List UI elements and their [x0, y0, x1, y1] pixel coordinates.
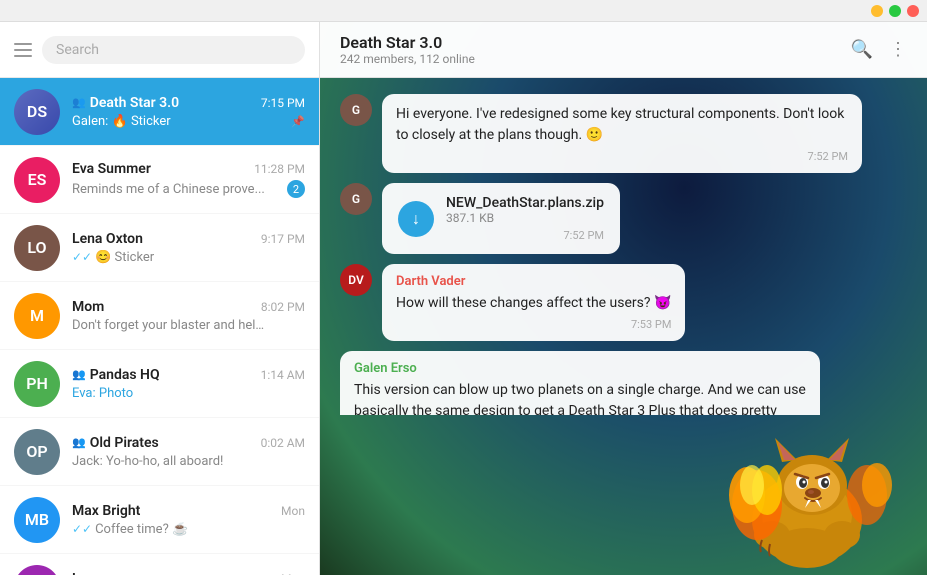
chat-header-actions: 🔍 ⋮ — [851, 39, 907, 60]
chat-preview-mom: Don't forget your blaster and helmet — [72, 318, 272, 333]
search-placeholder: Search — [56, 42, 99, 58]
search-chat-button[interactable]: 🔍 — [851, 39, 873, 60]
chat-name-eva-summer: Eva Summer — [72, 161, 151, 177]
chat-name-max-bright: Max Bright — [72, 503, 140, 519]
chat-preview-lena-oxton: ✓✓ 😊 Sticker — [72, 250, 154, 265]
chat-preview-death-star: Galen: 🔥 Sticker — [72, 114, 171, 129]
group-icon: 👥 — [72, 436, 86, 449]
message-msg3: DV Darth Vader How will these changes affe… — [340, 264, 907, 341]
chat-time-lena-oxton: 9:17 PM — [261, 232, 305, 246]
chat-item-death-star[interactable]: DS 👥 Death Star 3.0 7:15 PM Galen: 🔥 Sticke… — [0, 78, 319, 146]
message-bubble-msg3: Darth Vader How will these changes affect… — [382, 264, 685, 341]
chat-preview-old-pirates: Jack: Yo-ho-ho, all aboard! — [72, 454, 223, 469]
chat-name-lena-oxton: Lena Oxton — [72, 231, 143, 247]
chat-content-max-bright: Max Bright Mon ✓✓ Coffee time? ☕ — [72, 503, 305, 537]
message-msg4: Galen Erso This version can blow up two p… — [340, 351, 907, 415]
messages-area: G Hi everyone. I've redesigned some key s… — [320, 78, 927, 415]
read-receipt-icon: ✓✓ — [72, 522, 95, 536]
avatar-lena-oxton: LO — [14, 225, 60, 271]
chat-title: Death Star 3.0 — [340, 33, 851, 52]
pin-icon: 📌 — [291, 115, 305, 128]
chat-name-old-pirates: 👥 Old Pirates — [72, 435, 159, 451]
chat-name-lee: Lee — [72, 571, 95, 575]
sticker — [707, 420, 907, 570]
chat-time-pandas-hq: 1:14 AM — [261, 368, 305, 382]
minimize-button[interactable]: − — [871, 5, 883, 17]
sidebar-header: Search — [0, 22, 319, 78]
sidebar: Search DS 👥 Death Star 3.0 7:15 PM Galen: 🔥… — [0, 22, 320, 575]
chat-item-old-pirates[interactable]: OP 👥 Old Pirates 0:02 AM Jack: Yo-ho-ho, al… — [0, 418, 319, 486]
group-icon: 👥 — [72, 96, 86, 109]
maximize-button[interactable]: □ — [889, 5, 901, 17]
chat-item-mom[interactable]: M Mom 8:02 PM Don't forget your blaster an… — [0, 282, 319, 350]
file-info-msg2: NEW_DeathStar.plans.zip387.1 KB 7:52 PM — [446, 195, 604, 242]
chat-time-mom: 8:02 PM — [261, 300, 305, 314]
more-options-button[interactable]: ⋮ — [889, 39, 907, 60]
file-bubble-msg2[interactable]: ↓ NEW_DeathStar.plans.zip387.1 KB 7:52 PM — [382, 183, 620, 254]
message-sender-msg4: Galen Erso — [354, 361, 806, 376]
file-name-msg2: NEW_DeathStar.plans.zip — [446, 195, 604, 211]
chat-time-lee: Mon — [281, 572, 305, 575]
chat-name-death-star: 👥 Death Star 3.0 — [72, 95, 179, 111]
sticker-area — [320, 415, 927, 575]
close-button[interactable]: × — [907, 5, 919, 17]
chat-time-death-star: 7:15 PM — [261, 96, 305, 110]
avatar-pandas-hq: PH — [14, 361, 60, 407]
message-bubble-msg4: Galen Erso This version can blow up two p… — [340, 351, 820, 415]
avatar-old-pirates: OP — [14, 429, 60, 475]
chat-preview-pandas-hq: Eva: Photo — [72, 386, 133, 401]
menu-button[interactable] — [14, 43, 32, 57]
message-sender-msg3: Darth Vader — [396, 274, 671, 289]
message-msg1: G Hi everyone. I've redesigned some key s… — [340, 94, 907, 173]
avatar-death-star: DS — [14, 89, 60, 135]
title-bar: − □ × — [0, 0, 927, 22]
avatar-lee: L — [14, 565, 60, 575]
chat-item-pandas-hq[interactable]: PH 👥 Pandas HQ 1:14 AM Eva: Photo — [0, 350, 319, 418]
avatar-eva-summer: ES — [14, 157, 60, 203]
chat-preview-eva-summer: Reminds me of a Chinese prove... — [72, 182, 265, 197]
msg-avatar-msg1: G — [340, 94, 372, 126]
search-input[interactable]: Search — [42, 36, 305, 64]
chat-header-info: Death Star 3.0 242 members, 112 online — [340, 33, 851, 66]
chat-name-mom: Mom — [72, 299, 104, 315]
chat-time-eva-summer: 11:28 PM — [254, 162, 305, 176]
chat-list: DS 👥 Death Star 3.0 7:15 PM Galen: 🔥 Sticke… — [0, 78, 319, 575]
chat-item-lee[interactable]: L LeeMonWe can call it Galaxy Star 7 ;) — [0, 554, 319, 575]
message-text-msg1: Hi everyone. I've redesigned some key st… — [396, 104, 848, 146]
app-container: Search DS 👥 Death Star 3.0 7:15 PM Galen: 🔥… — [0, 22, 927, 575]
chat-content-death-star: 👥 Death Star 3.0 7:15 PM Galen: 🔥 Sticker 📌 — [72, 95, 305, 129]
unread-badge-eva-summer: 2 — [287, 180, 305, 198]
chat-content-lena-oxton: Lena Oxton 9:17 PM ✓✓ 😊 Sticker — [72, 231, 305, 265]
chat-item-eva-summer[interactable]: ES Eva Summer 11:28 PM Reminds me of a Chi… — [0, 146, 319, 214]
msg-avatar-msg3: DV — [340, 264, 372, 296]
message-text-msg4: This version can blow up two planets on … — [354, 380, 806, 415]
message-time-msg1: 7:52 PM — [396, 150, 848, 163]
message-time-msg3: 7:53 PM — [396, 318, 671, 331]
chat-name-pandas-hq: 👥 Pandas HQ — [72, 367, 160, 383]
chat-content-mom: Mom 8:02 PM Don't forget your blaster and … — [72, 299, 305, 333]
chat-content-eva-summer: Eva Summer 11:28 PM Reminds me of a Chines… — [72, 161, 305, 198]
group-icon: 👥 — [72, 368, 86, 381]
message-msg2: G ↓ NEW_DeathStar.plans.zip387.1 KB 7:52 PM — [340, 183, 907, 254]
chat-time-max-bright: Mon — [281, 504, 305, 518]
message-time-msg2: 7:52 PM — [446, 229, 604, 242]
chat-content-lee: LeeMonWe can call it Galaxy Star 7 ;) — [72, 571, 305, 575]
chat-header: Death Star 3.0 242 members, 112 online 🔍… — [320, 22, 927, 78]
read-receipt-icon: ✓✓ — [72, 250, 95, 264]
chat-item-lena-oxton[interactable]: LO Lena Oxton 9:17 PM ✓✓ 😊 Sticker — [0, 214, 319, 282]
chat-item-max-bright[interactable]: MB Max Bright Mon ✓✓ Coffee time? ☕ — [0, 486, 319, 554]
message-bubble-msg1: Hi everyone. I've redesigned some key st… — [382, 94, 862, 173]
download-button-msg2[interactable]: ↓ — [398, 201, 434, 237]
chat-time-old-pirates: 0:02 AM — [261, 436, 305, 450]
chat-preview-max-bright: ✓✓ Coffee time? ☕ — [72, 522, 188, 537]
file-size-msg2: 387.1 KB — [446, 211, 604, 225]
avatar-max-bright: MB — [14, 497, 60, 543]
msg-avatar-msg2: G — [340, 183, 372, 215]
chat-subtitle: 242 members, 112 online — [340, 52, 851, 66]
chat-content-pandas-hq: 👥 Pandas HQ 1:14 AM Eva: Photo — [72, 367, 305, 401]
chat-content-old-pirates: 👥 Old Pirates 0:02 AM Jack: Yo-ho-ho, all … — [72, 435, 305, 469]
message-text-msg3: How will these changes affect the users?… — [396, 293, 671, 314]
chat-panel: Death Star 3.0 242 members, 112 online 🔍… — [320, 22, 927, 575]
avatar-mom: M — [14, 293, 60, 339]
